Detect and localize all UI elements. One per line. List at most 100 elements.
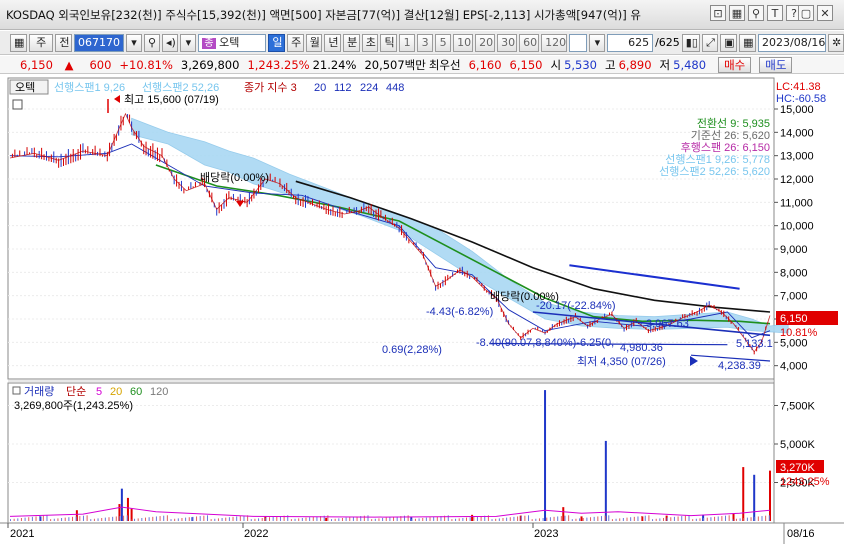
current-price-axis: 6,150 — [780, 313, 808, 325]
settings-dropdown-icon[interactable]: ▾ — [180, 33, 197, 52]
price-tick-label: 12,000 — [780, 174, 814, 186]
volume-bar-small — [385, 517, 387, 521]
volume-bar — [120, 488, 123, 521]
volume-bar-small — [414, 518, 416, 521]
legend-ma-20: 20 — [314, 82, 326, 94]
ichimoku-conversion: 전환선 9: 5,935 — [697, 117, 770, 130]
search-icon[interactable]: ⚲ — [144, 33, 160, 52]
volume-bar-small — [688, 515, 690, 521]
volume-bar-small — [600, 516, 602, 521]
interval-30[interactable]: 30 — [497, 33, 518, 52]
interval-3[interactable]: 3 — [417, 33, 434, 52]
volume-bar-small — [298, 518, 300, 521]
volume-bar-small — [524, 515, 526, 521]
period-second[interactable]: 초 — [361, 33, 379, 52]
period-day[interactable]: 일 — [268, 33, 286, 52]
volume-bar-small — [714, 516, 716, 521]
volume-bar — [325, 517, 328, 521]
main-select[interactable]: 주 ▾ — [28, 33, 54, 65]
code-dropdown-icon[interactable]: ▾ — [126, 33, 142, 52]
text-icon[interactable]: T — [767, 5, 783, 21]
interval-60[interactable]: 60 — [519, 33, 540, 52]
volume-bar-small — [768, 515, 770, 521]
volume-ma-20: 20 — [110, 386, 122, 398]
calendar-icon[interactable]: ▦ — [739, 33, 757, 52]
period-week[interactable]: 주 — [287, 33, 304, 52]
open-price: 5,530 — [564, 57, 597, 72]
period-month[interactable]: 월 — [305, 33, 323, 52]
interval-1[interactable]: 1 — [399, 33, 416, 52]
pin-icon[interactable]: ⚲ — [748, 5, 764, 21]
stock-chart[interactable]: 4,0005,0006,0007,0008,0009,00010,00011,0… — [0, 75, 844, 544]
volume-bar-small — [374, 518, 376, 521]
trend-annotation-4: -8.40(90.07,8,840%)-6.25(0, — [476, 337, 614, 349]
sell-button[interactable]: 매도 — [759, 56, 793, 73]
volume-bar-small — [491, 519, 493, 521]
volume-bar-small — [662, 517, 664, 521]
volume-bar-small — [123, 515, 125, 521]
interval-120[interactable]: 120 — [541, 33, 568, 52]
period-year[interactable]: 년 — [324, 33, 342, 52]
volume-bar-small — [469, 517, 471, 521]
volume-bar-small — [57, 518, 59, 521]
volume-bar-small — [152, 516, 154, 521]
volume-bar-small — [345, 517, 347, 521]
volume-bar-small — [739, 518, 741, 521]
volume-bar-small — [206, 515, 208, 521]
date-label-2022: 2022 — [244, 528, 268, 540]
date-input[interactable]: 2023/08/16 — [758, 33, 827, 52]
volume-bar-small — [451, 519, 453, 521]
gear-icon[interactable]: ✲ — [828, 33, 844, 52]
volume-bar-small — [170, 519, 172, 521]
close-icon[interactable]: ✕ — [817, 5, 833, 21]
count-input[interactable]: 625 — [607, 33, 654, 52]
volume-bar-small — [590, 517, 592, 521]
volume-bar-small — [64, 517, 66, 521]
volume-bar-small — [546, 517, 548, 521]
volume-bar-small — [312, 516, 314, 521]
volume-bar-small — [579, 518, 581, 521]
volume-bar-small — [411, 519, 413, 521]
volume-bar-small — [101, 517, 103, 521]
volume-bar-small — [269, 517, 271, 521]
period-tick[interactable]: 틱 — [380, 33, 398, 52]
volume-bar-small — [115, 516, 117, 521]
volume-bar-small — [148, 517, 150, 521]
window-icon[interactable]: ⊡ — [710, 5, 726, 21]
grid-icon[interactable]: ▦ — [10, 33, 27, 52]
chart-icon[interactable]: ▦ — [729, 5, 745, 21]
arrow-tool-icon[interactable]: ⤢ — [702, 33, 719, 52]
volume-bar-small — [309, 517, 311, 521]
volume-bar-small — [243, 515, 245, 521]
save-icon[interactable]: ▣ — [720, 33, 738, 52]
volume-bar-small — [46, 515, 48, 521]
bar-chart-icon[interactable]: ▮▯ — [681, 33, 701, 52]
prev-button[interactable]: 전 — [55, 33, 72, 52]
volume-bar-small — [735, 518, 737, 521]
stock-code-input[interactable]: 067170 — [74, 33, 124, 52]
volume-bar-small — [294, 518, 296, 521]
interval-20[interactable]: 20 — [475, 33, 496, 52]
trend-annotation-6: 0.69(2,28%) — [382, 344, 442, 356]
volume-bar-small — [334, 518, 336, 521]
date-label-2023: 2023 — [534, 528, 558, 540]
volume-bar-small — [90, 519, 92, 521]
volume-bar-small — [331, 519, 333, 521]
restore-icon[interactable]: ▢ — [798, 5, 814, 21]
speaker-icon[interactable]: ◂) — [162, 33, 179, 52]
interval-5[interactable]: 5 — [435, 33, 452, 52]
volume-bar-small — [498, 518, 500, 521]
interval-10[interactable]: 10 — [453, 33, 474, 52]
legend-span1: 선행스팬1 9,26 — [54, 81, 125, 94]
volume-title: 거래량 — [24, 385, 54, 398]
volume-bar-small — [473, 516, 475, 521]
period-minute[interactable]: 분 — [343, 33, 360, 52]
volume-current: 3,270K — [780, 462, 816, 474]
priority-label: 최우선 — [428, 57, 461, 72]
volume-bar-small — [458, 518, 460, 521]
interval-dropdown-icon[interactable]: ▾ — [589, 33, 606, 52]
stock-name-field[interactable]: 종 오텍 — [198, 33, 267, 52]
volume-bar-small — [144, 517, 146, 521]
interval-custom-input[interactable] — [569, 33, 588, 52]
buy-button[interactable]: 매수 — [718, 56, 752, 73]
